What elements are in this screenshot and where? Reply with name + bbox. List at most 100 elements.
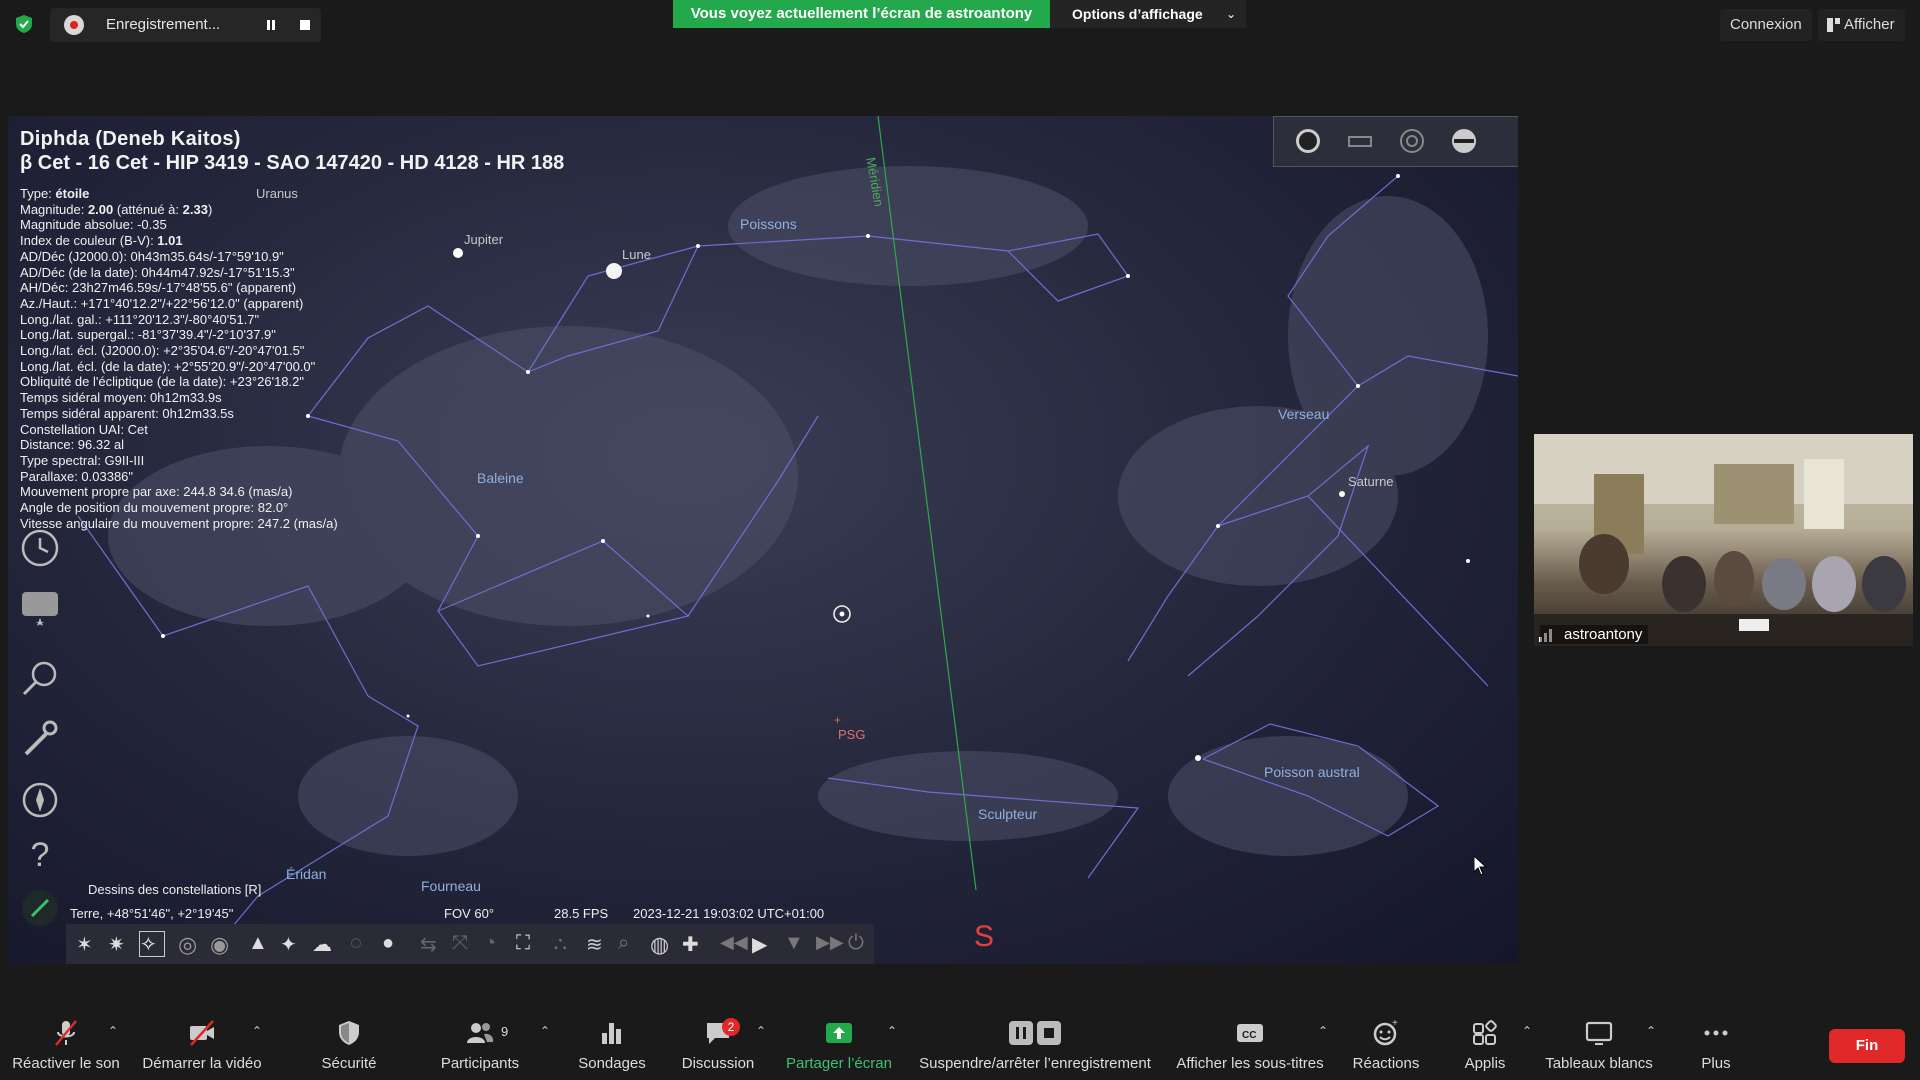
fullscreen-icon[interactable]: ⛶ bbox=[516, 932, 540, 956]
eridan-label[interactable]: Éridan bbox=[286, 866, 326, 882]
whiteboard-icon bbox=[1585, 1021, 1613, 1045]
telescope-icon[interactable]: ✚ bbox=[682, 932, 706, 956]
equatorial-grid-icon[interactable]: ◎ bbox=[178, 932, 202, 957]
nebula-icon[interactable]: ◌ bbox=[350, 932, 374, 956]
meteor-icon[interactable]: ≋ bbox=[586, 932, 610, 956]
now-icon[interactable]: ▼ bbox=[784, 932, 808, 956]
captions-chevron-icon[interactable]: ⌃ bbox=[1318, 1024, 1328, 1038]
ocular-icon[interactable] bbox=[1450, 127, 1478, 155]
bar-chart-icon bbox=[602, 1023, 621, 1044]
captions-button[interactable]: CC ⌃ Afficher les sous-titres bbox=[1170, 1004, 1330, 1080]
planet-icon[interactable]: ● bbox=[382, 932, 406, 956]
fov-readout: FOV 60° bbox=[444, 906, 494, 921]
fps-readout: 28.5 FPS bbox=[554, 906, 609, 921]
afficher-button[interactable]: Afficher bbox=[1818, 9, 1905, 41]
target-icon[interactable] bbox=[1398, 127, 1426, 155]
baleine-label[interactable]: Baleine bbox=[477, 470, 524, 486]
chat-label: Discussion bbox=[681, 1055, 755, 1072]
type-label: Type: bbox=[20, 186, 56, 201]
info-line: Type spectral: G9II-III bbox=[20, 452, 145, 468]
satellites-icon[interactable]: ∴ bbox=[554, 932, 578, 956]
info-line: Long./lat. supergal.: -81°37'39.4"/-2°10… bbox=[20, 327, 276, 343]
cardinal-points-icon[interactable]: ✦ bbox=[280, 932, 304, 956]
azimuthal-grid-icon[interactable]: ◉ bbox=[210, 932, 234, 957]
quit-icon[interactable]: ⏻ bbox=[848, 932, 872, 956]
whiteboards-button[interactable]: ⌃ Tableaux blancs bbox=[1540, 1004, 1658, 1080]
psg-label[interactable]: PSG bbox=[838, 727, 865, 742]
more-button[interactable]: Plus bbox=[1676, 1004, 1756, 1080]
shield-check-icon[interactable] bbox=[14, 14, 34, 34]
whiteboards-chevron-icon[interactable]: ⌃ bbox=[1646, 1024, 1656, 1038]
participant-video-tile[interactable]: astroantony bbox=[1534, 434, 1913, 646]
cc-icon: CC bbox=[1237, 1024, 1263, 1042]
participants-button[interactable]: 9 ⌃ Participants bbox=[430, 1004, 550, 1080]
end-meeting-button[interactable]: Fin bbox=[1829, 1029, 1905, 1063]
clock-icon[interactable] bbox=[18, 526, 62, 570]
poisson-austral-label[interactable]: Poisson austral bbox=[1264, 764, 1360, 780]
ci-value: 1.01 bbox=[157, 233, 183, 249]
fast-forward-icon[interactable]: ▶▶ bbox=[816, 932, 844, 956]
selected-star-marker[interactable] bbox=[833, 605, 851, 623]
sculpteur-label[interactable]: Sculpteur bbox=[978, 806, 1037, 822]
participants-chevron-icon[interactable]: ⌃ bbox=[540, 1024, 550, 1038]
apps-chevron-icon[interactable]: ⌃ bbox=[1522, 1024, 1532, 1038]
constellation-hint: Dessins des constellations [R] bbox=[88, 882, 262, 897]
verseau-label[interactable]: Verseau bbox=[1278, 406, 1329, 422]
equatorial-mount-icon[interactable]: ⇆ bbox=[420, 932, 444, 956]
chat-chevron-icon[interactable]: ⌃ bbox=[756, 1024, 766, 1038]
center-object-icon[interactable]: ⤧ bbox=[452, 932, 476, 956]
connexion-button[interactable]: Connexion bbox=[1720, 9, 1812, 41]
recording-control-button[interactable]: Suspendre/arrêter l’enregistrement bbox=[910, 1004, 1160, 1080]
view-options-button[interactable]: Options d’affichage ⌄ bbox=[1050, 0, 1246, 28]
chat-button[interactable]: 2 ⌃ Discussion bbox=[672, 1004, 766, 1080]
video-options-chevron-icon[interactable]: ⌃ bbox=[252, 1024, 262, 1038]
search-icon[interactable] bbox=[18, 656, 62, 700]
constellation-labels-icon[interactable]: ✷ bbox=[108, 932, 132, 956]
zoom-top-bar: Enregistrement... Vous voyez actuellemen… bbox=[0, 0, 1920, 50]
pause-recording-icon[interactable] bbox=[263, 17, 279, 33]
night-mode-icon[interactable]: ◔ bbox=[484, 932, 508, 956]
muted-microphone-icon bbox=[55, 1020, 77, 1046]
shared-screen-stellarium[interactable]: + Diphda (Deneb Kaitos) β Cet - 16 Cet -… bbox=[8, 116, 1518, 964]
location-readout[interactable]: Terre, +48°51'46", +2°19'45" bbox=[70, 906, 233, 921]
polls-button[interactable]: Sondages bbox=[566, 1004, 658, 1080]
ocular-toggle-icon[interactable]: ◍ bbox=[650, 932, 674, 957]
play-icon[interactable]: ▶ bbox=[752, 932, 776, 956]
constellation-lines-icon[interactable]: ✶ bbox=[76, 932, 100, 956]
apps-icon bbox=[1473, 1020, 1497, 1045]
datetime-readout[interactable]: 2023-12-21 19:03:02 UTC+01:00 bbox=[633, 906, 824, 921]
info-line: Obliquité de l'écliptique (de la date): … bbox=[20, 374, 304, 390]
security-button[interactable]: Sécurité bbox=[302, 1004, 396, 1080]
fourneau-label[interactable]: Fourneau bbox=[421, 878, 481, 894]
ground-icon[interactable]: ▲ bbox=[248, 932, 272, 956]
rewind-icon[interactable]: ◀◀ bbox=[720, 932, 748, 956]
unmute-button[interactable]: ⌃ Réactiver le son bbox=[0, 1004, 132, 1080]
start-video-button[interactable]: ⌃ Démarrer la vidéo bbox=[132, 1004, 272, 1080]
lune-label[interactable]: Lune bbox=[622, 247, 651, 262]
share-screen-button[interactable]: ⌃ Partager l’écran bbox=[780, 1004, 898, 1080]
uranus-label[interactable]: Uranus bbox=[256, 186, 298, 201]
jupiter-label[interactable]: Jupiter bbox=[464, 232, 503, 247]
reactions-button[interactable]: + Réactions bbox=[1338, 1004, 1434, 1080]
mag-extinction: 2.33 bbox=[182, 201, 208, 217]
saturne-label[interactable]: Saturne bbox=[1348, 474, 1394, 489]
wrench-icon[interactable] bbox=[18, 716, 62, 760]
exoplanets-icon[interactable]: ⌕ bbox=[618, 932, 642, 956]
mag-label: Magnitude: bbox=[20, 201, 88, 217]
constellation-art-icon[interactable]: ✧ bbox=[139, 931, 165, 957]
fullscreen-circle-icon[interactable] bbox=[1294, 127, 1322, 155]
object-title: Diphda (Deneb Kaitos) bbox=[20, 128, 241, 150]
share-chevron-icon[interactable]: ⌃ bbox=[887, 1024, 897, 1038]
start-video-label: Démarrer la vidéo bbox=[142, 1055, 262, 1072]
apps-button[interactable]: ⌃ Applis bbox=[1440, 1004, 1532, 1080]
recording-label: Enregistrement... bbox=[106, 16, 221, 33]
help-icon[interactable]: ? bbox=[18, 836, 62, 880]
window-rect-icon[interactable] bbox=[1346, 127, 1374, 155]
compass-icon[interactable] bbox=[18, 776, 62, 820]
audio-options-chevron-icon[interactable]: ⌃ bbox=[108, 1024, 118, 1038]
atmosphere-icon[interactable]: ☁ bbox=[312, 932, 336, 956]
pencil-icon[interactable] bbox=[18, 886, 62, 930]
sky-culture-icon[interactable] bbox=[18, 588, 62, 632]
poissons-label[interactable]: Poissons bbox=[740, 216, 797, 232]
stop-recording-icon[interactable] bbox=[300, 20, 310, 30]
